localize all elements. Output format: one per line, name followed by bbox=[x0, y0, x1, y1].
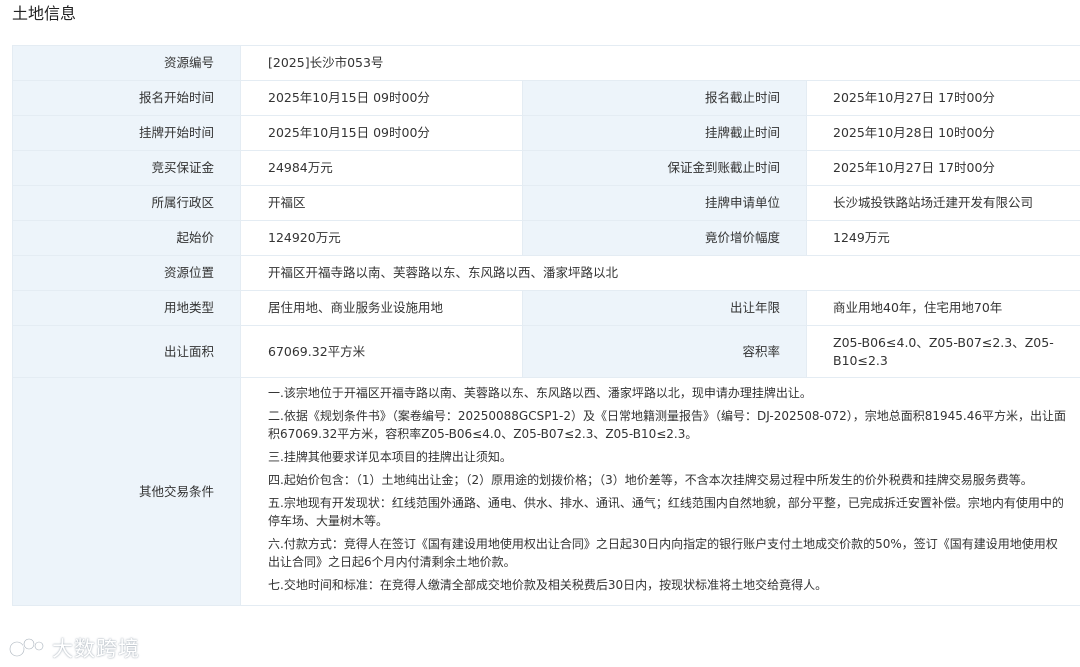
other-conditions-cell: 一.该宗地位于开福区开福寺路以南、芙蓉路以东、东风路以西、潘家坪路以北，现申请办… bbox=[240, 377, 1080, 606]
listing-start-value: 2025年10月15日 09时00分 bbox=[240, 115, 523, 151]
condition-item: 五.宗地现有开发现状：红线范围外通路、通电、供水、排水、通讯、通气；红线范围内自… bbox=[268, 496, 1064, 528]
reg-end-label: 报名截止时间 bbox=[522, 80, 807, 116]
condition-item: 七.交地时间和标准：在竞得人缴清全部成交地价款及相关税费后30日内，按现状标准将… bbox=[268, 578, 828, 592]
term-label: 出让年限 bbox=[522, 290, 807, 326]
land-info-table: 资源编号 [2025]长沙市053号 报名开始时间 2025年10月15日 09… bbox=[12, 45, 1080, 606]
deposit-value: 24984万元 bbox=[240, 150, 523, 186]
watermark: 大数跨境 bbox=[8, 634, 140, 662]
bid-increment-label: 竟价增价幅度 bbox=[522, 220, 807, 256]
far-value: Z05-B06≤4.0、Z05-B07≤2.3、Z05-B10≤2.3 bbox=[806, 325, 1080, 378]
listing-end-value: 2025年10月28日 10时00分 bbox=[806, 115, 1080, 151]
deposit-label: 竞买保证金 bbox=[12, 150, 241, 186]
deposit-deadline-label: 保证金到账截止时间 bbox=[522, 150, 807, 186]
row-district: 所属行政区 开福区 挂牌申请单位 长沙城投铁路站场迁建开发有限公司 bbox=[12, 185, 1080, 221]
other-conditions-list: 一.该宗地位于开福区开福寺路以南、芙蓉路以东、东风路以西、潘家坪路以北，现申请办… bbox=[241, 378, 1080, 605]
area-value: 67069.32平方米 bbox=[240, 325, 523, 378]
row-resource-no: 资源编号 [2025]长沙市053号 bbox=[12, 45, 1080, 81]
other-conditions-label: 其他交易条件 bbox=[12, 377, 241, 606]
start-price-value: 124920万元 bbox=[240, 220, 523, 256]
district-label: 所属行政区 bbox=[12, 185, 241, 221]
condition-item: 二.依据《规划条件书》（案卷编号：20250088GCSP1-2）及《日常地籍测… bbox=[268, 409, 1067, 441]
land-use-value: 居住用地、商业服务业设施用地 bbox=[240, 290, 523, 326]
row-price: 起始价 124920万元 竟价增价幅度 1249万元 bbox=[12, 220, 1080, 256]
row-location: 资源位置 开福区开福寺路以南、芙蓉路以东、东风路以西、潘家坪路以北 bbox=[12, 255, 1080, 291]
condition-item: 四.起始价包含：（1）土地纯出让金；（2）原用途的划拨价格；（3）地价差等，不含… bbox=[268, 473, 1033, 487]
row-registration: 报名开始时间 2025年10月15日 09时00分 报名截止时间 2025年10… bbox=[12, 80, 1080, 116]
land-use-label: 用地类型 bbox=[12, 290, 241, 326]
row-deposit: 竞买保证金 24984万元 保证金到账截止时间 2025年10月27日 17时0… bbox=[12, 150, 1080, 186]
start-price-label: 起始价 bbox=[12, 220, 241, 256]
area-label: 出让面积 bbox=[12, 325, 241, 378]
condition-item: 一.该宗地位于开福区开福寺路以南、芙蓉路以东、东风路以西、潘家坪路以北，现申请办… bbox=[268, 386, 812, 400]
condition-item: 三.挂牌其他要求详见本项目的挂牌出让须知。 bbox=[268, 450, 512, 464]
watermark-logo-icon bbox=[8, 637, 45, 658]
listing-start-label: 挂牌开始时间 bbox=[12, 115, 241, 151]
bid-increment-value: 1249万元 bbox=[806, 220, 1080, 256]
row-land-use: 用地类型 居住用地、商业服务业设施用地 出让年限 商业用地40年，住宅用地70年 bbox=[12, 290, 1080, 326]
applicant-value: 长沙城投铁路站场迁建开发有限公司 bbox=[806, 185, 1080, 221]
reg-start-label: 报名开始时间 bbox=[12, 80, 241, 116]
deposit-deadline-value: 2025年10月27日 17时00分 bbox=[806, 150, 1080, 186]
reg-end-value: 2025年10月27日 17时00分 bbox=[806, 80, 1080, 116]
term-value: 商业用地40年，住宅用地70年 bbox=[806, 290, 1080, 326]
location-label: 资源位置 bbox=[12, 255, 241, 291]
row-other-conditions: 其他交易条件 一.该宗地位于开福区开福寺路以南、芙蓉路以东、东风路以西、潘家坪路… bbox=[12, 377, 1080, 606]
watermark-text: 大数跨境 bbox=[52, 637, 140, 661]
district-value: 开福区 bbox=[240, 185, 523, 221]
listing-end-label: 挂牌截止时间 bbox=[522, 115, 807, 151]
row-area: 出让面积 67069.32平方米 容积率 Z05-B06≤4.0、Z05-B07… bbox=[12, 325, 1080, 378]
far-label: 容积率 bbox=[522, 325, 807, 378]
reg-start-value: 2025年10月15日 09时00分 bbox=[240, 80, 523, 116]
resource-no-label: 资源编号 bbox=[12, 45, 241, 81]
applicant-label: 挂牌申请单位 bbox=[522, 185, 807, 221]
page-title: 土地信息 bbox=[12, 4, 77, 23]
resource-no-value: [2025]长沙市053号 bbox=[240, 45, 1080, 81]
condition-item: 六.付款方式：竞得人在签订《国有建设用地使用权出让合同》之日起30日内向指定的银… bbox=[268, 537, 1058, 569]
location-value: 开福区开福寺路以南、芙蓉路以东、东风路以西、潘家坪路以北 bbox=[240, 255, 1080, 291]
row-listing: 挂牌开始时间 2025年10月15日 09时00分 挂牌截止时间 2025年10… bbox=[12, 115, 1080, 151]
